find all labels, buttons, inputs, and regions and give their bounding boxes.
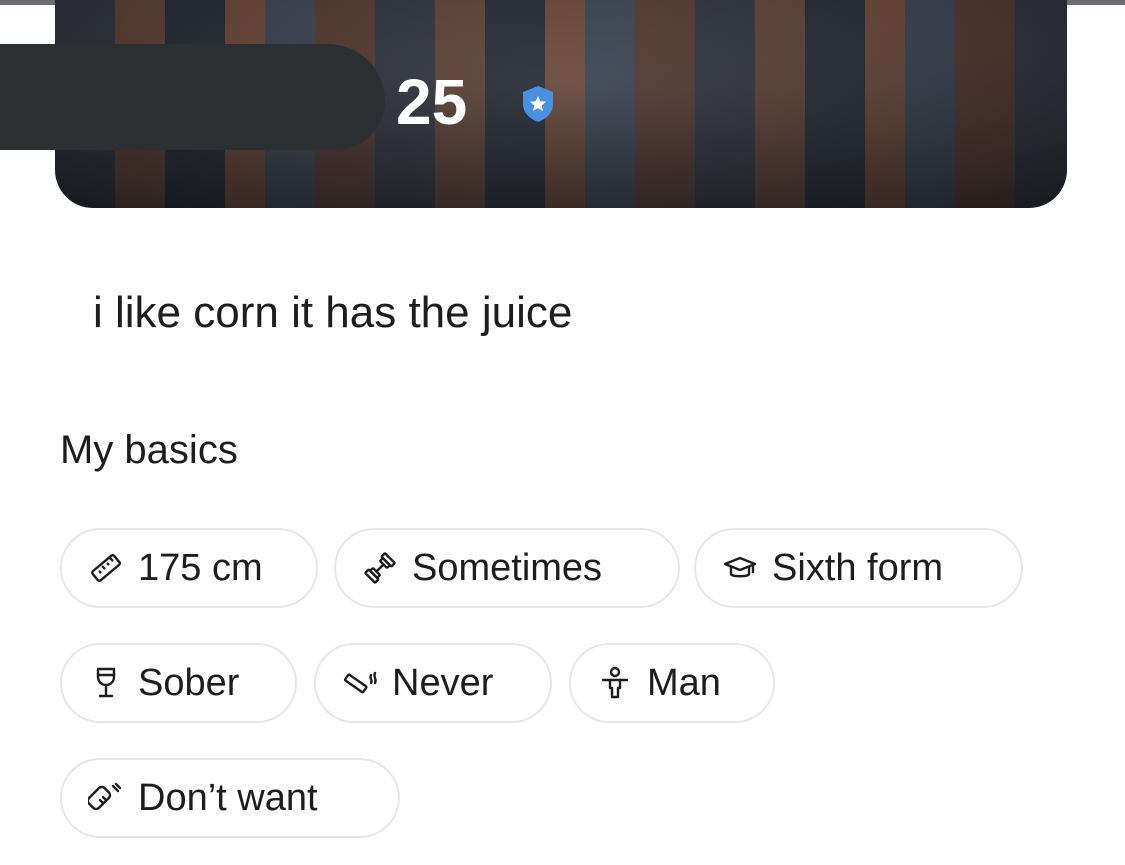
basic-chip-smoking[interactable]: Never [314,643,552,723]
basic-chip-label: Man [647,662,721,704]
verified-badge-icon [523,86,553,122]
basic-chip-label: Don’t want [138,777,318,819]
basic-chip-label: Sixth form [772,547,944,589]
dumbbell-icon [364,552,396,584]
my-basics-heading: My basics [60,428,238,472]
basic-chip-drinking[interactable]: Sober [60,643,297,723]
basic-chip-education[interactable]: Sixth form [694,528,1023,608]
profile-bio: i like corn it has the juice [93,288,573,337]
basic-chip-label: Sober [138,662,240,704]
cigarette-icon [343,671,377,694]
person-icon [601,666,629,699]
basic-chip-gender[interactable]: Man [569,643,775,723]
basic-chip-height[interactable]: 175 cm [60,528,318,608]
baby-bottle-icon [88,782,122,811]
basic-chip-children[interactable]: Don’t want [60,758,400,838]
basic-chip-label: Sometimes [412,547,603,589]
ruler-icon [91,554,121,582]
graduation-cap-icon [723,556,757,578]
wine-glass-icon [96,667,116,698]
basic-chip-exercise[interactable]: Sometimes [334,528,680,608]
basic-chip-label: 175 cm [138,547,263,589]
basic-chip-label: Never [392,662,494,704]
name-redaction-mark [0,44,385,150]
profile-age: 25 [396,66,468,138]
